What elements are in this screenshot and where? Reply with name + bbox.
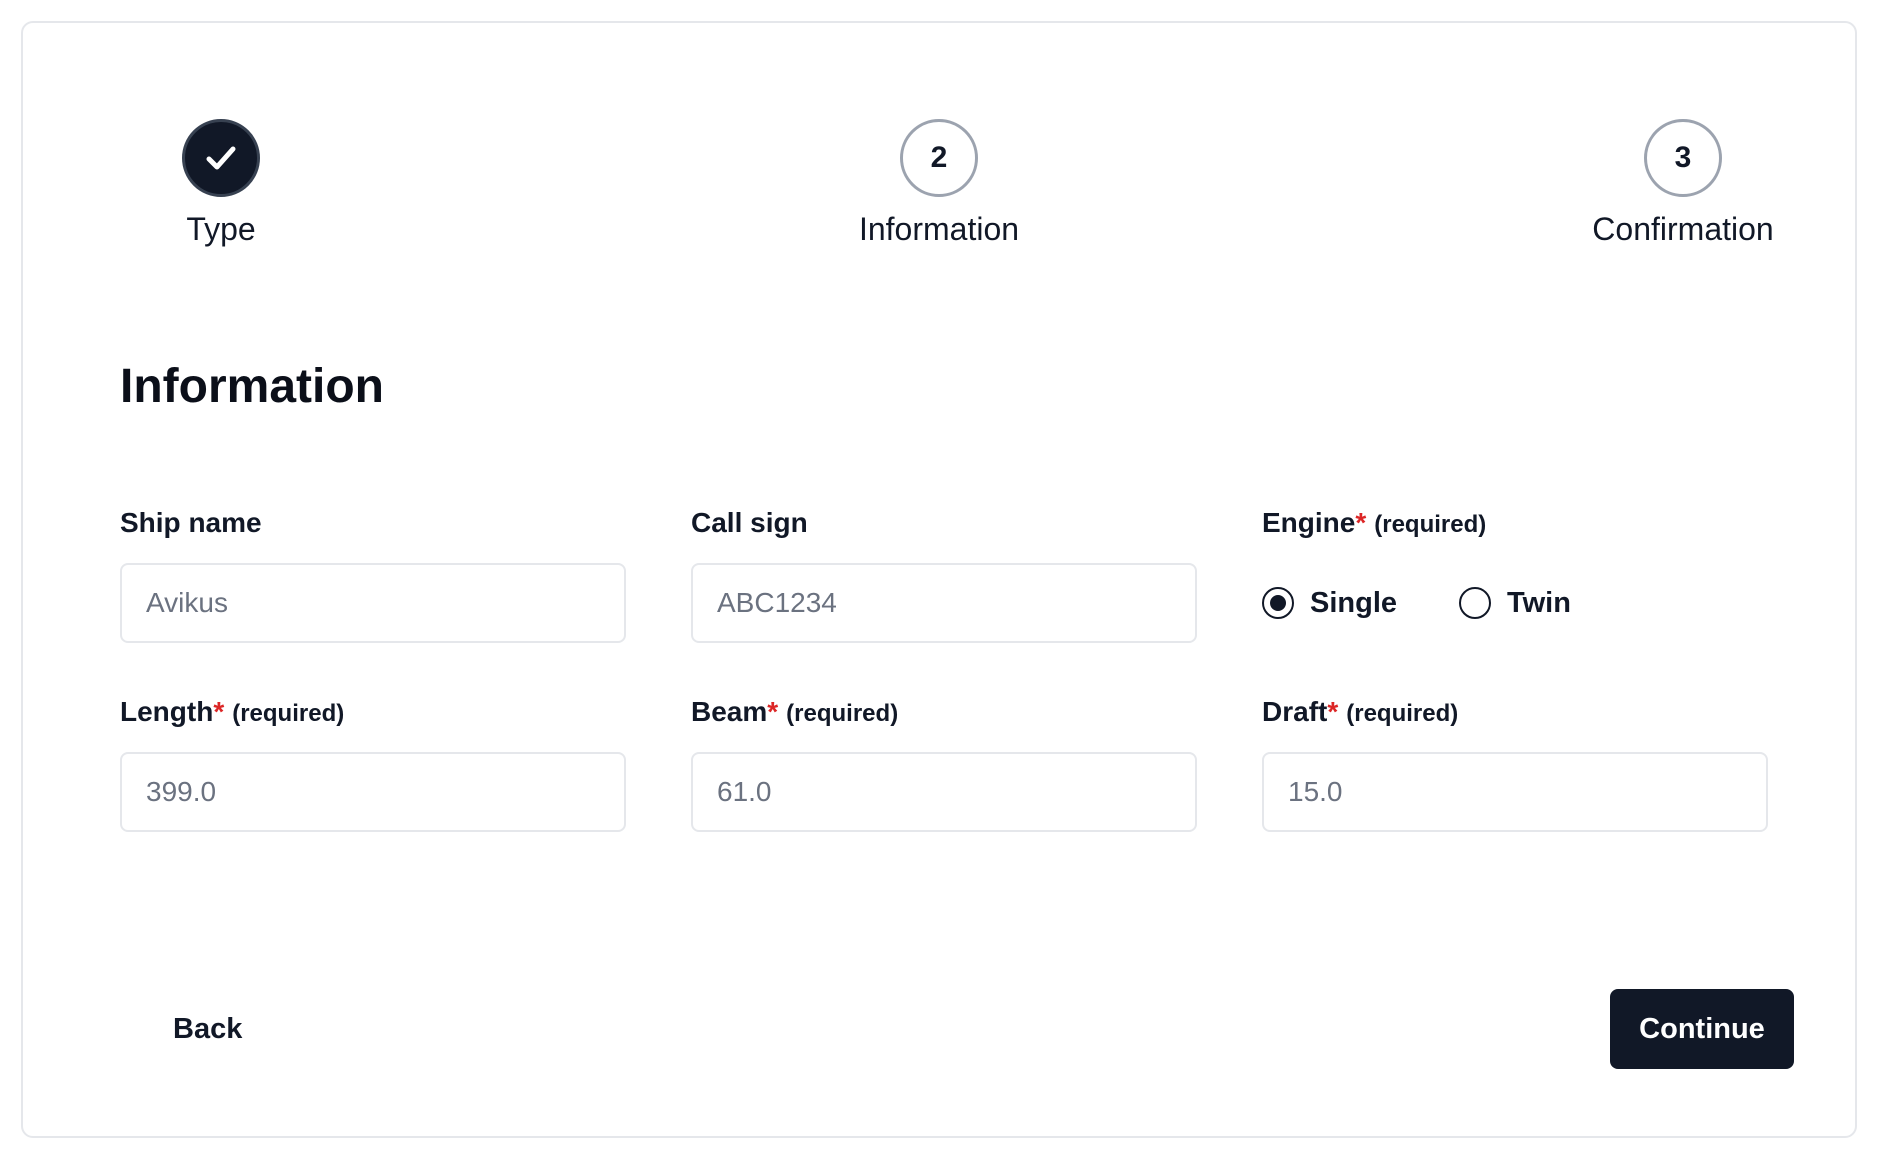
length-field: Length* (required) — [120, 696, 626, 832]
beam-field: Beam* (required) — [691, 696, 1197, 832]
engine-option-twin[interactable]: Twin — [1459, 587, 1571, 620]
ship-name-label: Ship name — [120, 507, 262, 538]
step-label: Confirmation — [1592, 211, 1774, 247]
required-marker: * — [213, 696, 225, 727]
call-sign-label: Call sign — [691, 507, 808, 538]
step-information[interactable]: 2 Information — [819, 119, 1059, 248]
step-complete-indicator — [182, 119, 260, 197]
step-number: 2 — [900, 119, 978, 197]
section-title: Information — [120, 360, 384, 413]
required-marker: * — [767, 696, 779, 727]
draft-label: Draft* (required) — [1262, 696, 1459, 727]
step-label: Information — [858, 211, 1020, 247]
radio-button-checked[interactable] — [1262, 587, 1294, 619]
step-label: Type — [186, 211, 256, 247]
call-sign-input[interactable] — [691, 563, 1197, 643]
required-marker: * — [1327, 696, 1339, 727]
required-note: (required) — [232, 700, 345, 727]
draft-input[interactable] — [1262, 752, 1768, 832]
required-note: (required) — [786, 700, 899, 727]
check-icon — [206, 146, 236, 170]
ship-name-input[interactable] — [120, 563, 626, 643]
radio-label: Single — [1310, 586, 1398, 619]
call-sign-field: Call sign — [691, 507, 1197, 643]
engine-label: Engine* (required) — [1262, 507, 1487, 538]
step-confirmation[interactable]: 3 Confirmation — [1563, 119, 1803, 248]
continue-button[interactable]: Continue — [1610, 989, 1794, 1069]
engine-option-single[interactable]: Single — [1262, 587, 1397, 620]
engine-field: Engine* (required) Single Twin — [1262, 507, 1768, 643]
radio-label: Twin — [1507, 586, 1571, 619]
required-note: (required) — [1374, 511, 1487, 538]
radio-button-unchecked[interactable] — [1459, 587, 1492, 619]
required-marker: * — [1355, 507, 1367, 538]
length-label: Length* (required) — [120, 696, 345, 727]
beam-input[interactable] — [691, 752, 1197, 832]
required-note: (required) — [1346, 700, 1459, 727]
back-button[interactable]: Back — [141, 989, 274, 1069]
step-type[interactable]: Type — [101, 119, 341, 248]
draft-field: Draft* (required) — [1262, 696, 1768, 832]
engine-radio-group: Single Twin — [1262, 563, 1768, 643]
length-input[interactable] — [120, 752, 626, 832]
beam-label: Beam* (required) — [691, 696, 899, 727]
step-number: 3 — [1644, 119, 1722, 197]
ship-name-field: Ship name — [120, 507, 626, 643]
wizard-card: Type 2 Information 3 Confirmation Inform… — [21, 21, 1857, 1138]
